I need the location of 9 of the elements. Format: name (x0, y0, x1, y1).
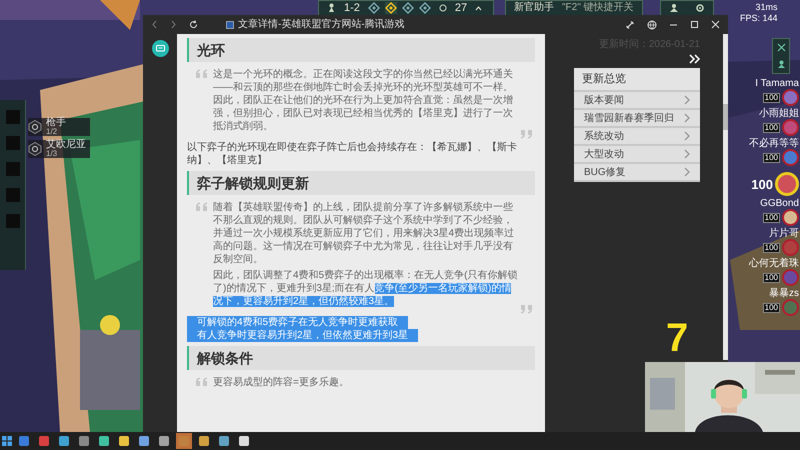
taskbar-app[interactable] (156, 433, 172, 449)
windows-icon[interactable] (2, 436, 12, 446)
taskbar-app[interactable] (96, 433, 112, 449)
taskbar-app[interactable] (196, 433, 212, 449)
taskbar-app[interactable] (136, 433, 152, 449)
taskbar-app[interactable] (236, 433, 252, 449)
taskbar-app[interactable] (56, 433, 72, 449)
taskbar-app[interactable] (116, 433, 132, 449)
taskbar-app[interactable] (216, 433, 232, 449)
